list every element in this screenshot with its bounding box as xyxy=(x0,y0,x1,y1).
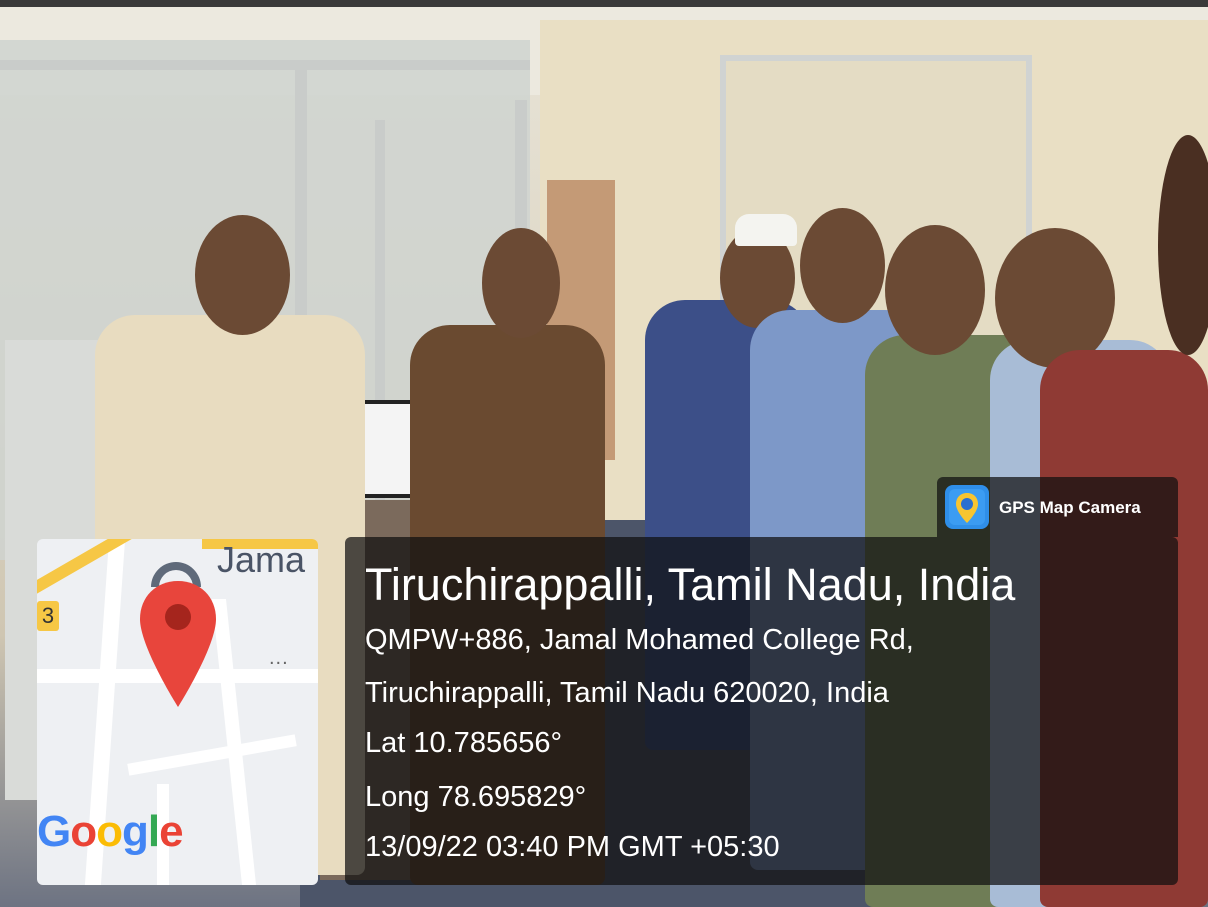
person-5-head xyxy=(885,225,985,355)
partition-frame xyxy=(0,60,530,70)
location-info-panel: Tiruchirappalli, Tamil Nadu, India QMPW+… xyxy=(345,537,1178,885)
person-6-head xyxy=(995,228,1115,368)
more-dots: ... xyxy=(269,647,289,669)
location-pin-icon xyxy=(138,579,218,709)
timestamp: 13/09/22 03:40 PM GMT +05:30 xyxy=(365,831,780,863)
photo-background: 3 Jama ... Google GPS Map Camera Tiruchi… xyxy=(0,0,1208,907)
longitude: Long 78.695829° xyxy=(365,781,587,813)
route-badge: 3 xyxy=(37,601,59,631)
white-cap xyxy=(735,214,797,246)
address-line-1: QMPW+886, Jamal Mohamed College Rd, xyxy=(365,624,914,656)
location-title: Tiruchirappalli, Tamil Nadu, India xyxy=(365,559,1016,610)
person-1-head xyxy=(195,215,290,335)
app-badge: GPS Map Camera xyxy=(937,477,1178,537)
map-thumbnail: 3 Jama ... Google xyxy=(37,539,318,885)
person-4-head xyxy=(800,208,885,323)
person-2-head xyxy=(482,228,560,338)
map-place-label: Jama xyxy=(217,539,306,580)
gps-map-camera-icon xyxy=(945,485,989,529)
google-logo: Google xyxy=(37,807,184,856)
latitude: Lat 10.785656° xyxy=(365,727,563,759)
map-road xyxy=(127,734,297,776)
address-line-2: Tiruchirappalli, Tamil Nadu 620020, Indi… xyxy=(365,677,889,709)
top-edge-strip xyxy=(0,0,1208,7)
app-name: GPS Map Camera xyxy=(999,498,1141,517)
